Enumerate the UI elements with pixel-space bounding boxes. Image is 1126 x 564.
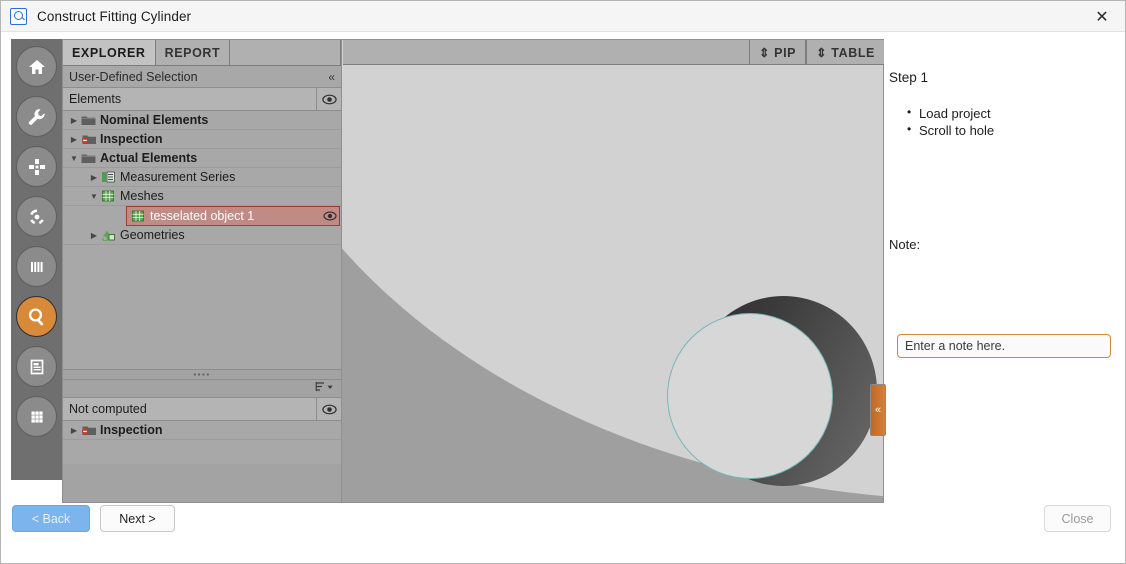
wizard-panel: Step 1 Load project Scroll to hole Note: bbox=[889, 70, 1121, 370]
tree-label: tesselated object 1 bbox=[150, 209, 254, 223]
folder-icon bbox=[81, 114, 96, 127]
note-label: Note: bbox=[889, 237, 920, 252]
panel-collapse-handle[interactable]: « bbox=[870, 384, 886, 436]
instruction-item: Load project bbox=[907, 105, 1121, 122]
mesh-icon bbox=[131, 210, 146, 223]
tree-row[interactable]: ▶ Inspection bbox=[63, 421, 341, 440]
rail-button-home[interactable] bbox=[16, 46, 57, 87]
not-computed-header: Not computed bbox=[63, 398, 341, 421]
user-defined-selection-bar: User-Defined Selection « bbox=[63, 66, 341, 88]
wrench-icon bbox=[26, 106, 48, 128]
tab-pip[interactable]: ⇕ PIP bbox=[749, 40, 806, 64]
tab-table[interactable]: ⇕ TABLE bbox=[806, 40, 884, 64]
home-icon bbox=[26, 56, 48, 78]
not-computed-label: Not computed bbox=[69, 402, 147, 416]
tree-label: Inspection bbox=[100, 423, 163, 437]
eye-icon bbox=[323, 211, 337, 221]
step-title: Step 1 bbox=[889, 70, 1121, 85]
tree-row[interactable]: ▶ Inspection bbox=[63, 130, 341, 149]
tree-empty-area bbox=[63, 245, 341, 369]
tab-report[interactable]: REPORT bbox=[156, 40, 231, 65]
dialog-window: Construct Fitting Cylinder ✕ bbox=[0, 0, 1126, 564]
rail-button-table[interactable] bbox=[16, 396, 57, 437]
chevron-right-icon[interactable]: ▶ bbox=[87, 173, 101, 182]
cylindrical-hole bbox=[524, 281, 884, 503]
rail-button-report[interactable] bbox=[16, 346, 57, 387]
rail-button-tools[interactable] bbox=[16, 96, 57, 137]
magnifier-icon bbox=[10, 8, 27, 25]
folder-icon bbox=[81, 152, 96, 165]
rotate-icon bbox=[26, 206, 48, 228]
tree-row[interactable]: ▶ Measurement Series bbox=[63, 168, 341, 187]
user-defined-selection-label: User-Defined Selection bbox=[69, 70, 198, 84]
tree-label: Actual Elements bbox=[100, 151, 197, 165]
rail-button-inspection-search[interactable] bbox=[16, 296, 57, 337]
tree-row[interactable]: ▼ Meshes bbox=[63, 187, 341, 206]
back-button[interactable]: < Back bbox=[12, 505, 90, 532]
series-icon bbox=[101, 171, 116, 184]
not-computed-visibility-toggle[interactable] bbox=[316, 398, 341, 420]
filter-bar bbox=[63, 380, 341, 398]
explorer-tabbar: EXPLORER REPORT bbox=[63, 40, 341, 66]
chevron-right-icon[interactable]: ▶ bbox=[67, 116, 81, 125]
tree-row-selected[interactable]: tesselated object 1 bbox=[126, 206, 340, 226]
crosshair-icon bbox=[26, 156, 48, 178]
instruction-item: Scroll to hole bbox=[907, 122, 1121, 139]
hole-front-face bbox=[668, 314, 832, 478]
note-input[interactable] bbox=[897, 334, 1111, 358]
dialog-body: EXPLORER REPORT User-Defined Selection «… bbox=[1, 32, 1125, 563]
explorer-panel: EXPLORER REPORT User-Defined Selection «… bbox=[62, 39, 342, 503]
rail-button-orientation[interactable] bbox=[16, 196, 57, 237]
window-title: Construct Fitting Cylinder bbox=[37, 9, 191, 24]
tree-row[interactable]: ▶ Geometries bbox=[63, 226, 341, 245]
3d-viewport[interactable] bbox=[342, 39, 884, 503]
mesh-icon bbox=[101, 190, 116, 203]
eye-icon bbox=[322, 94, 337, 105]
geometry-icon bbox=[101, 229, 116, 242]
grid-icon bbox=[26, 406, 48, 428]
collapse-chevron-icon[interactable]: « bbox=[328, 70, 335, 84]
icon-rail bbox=[11, 39, 62, 480]
tree-label: Meshes bbox=[120, 189, 164, 203]
close-button[interactable]: Close bbox=[1044, 505, 1111, 532]
viewport-tab-bar: ⇕ PIP ⇕ TABLE bbox=[343, 40, 884, 65]
title-bar: Construct Fitting Cylinder ✕ bbox=[1, 1, 1125, 32]
tree-row[interactable]: ▼ Actual Elements bbox=[63, 149, 341, 168]
folder-blocked-icon bbox=[81, 133, 96, 146]
eye-icon bbox=[322, 404, 337, 415]
elements-tree: ▶ Nominal Elements ▶ Inspection ▼ bbox=[63, 111, 341, 369]
elements-header-label: Elements bbox=[69, 92, 121, 106]
tree-label: Measurement Series bbox=[120, 170, 235, 184]
element-visibility-toggle[interactable] bbox=[321, 211, 339, 221]
chevron-right-icon[interactable]: ▶ bbox=[67, 426, 81, 435]
not-computed-tree: ▶ Inspection bbox=[63, 421, 341, 464]
step-instructions: Load project Scroll to hole bbox=[907, 105, 1121, 139]
chevron-right-icon[interactable]: ▶ bbox=[87, 231, 101, 240]
chevron-right-icon[interactable]: ▶ bbox=[67, 135, 81, 144]
close-icon[interactable]: ✕ bbox=[1079, 1, 1125, 31]
next-button[interactable]: Next > bbox=[100, 505, 175, 532]
tree-label: Geometries bbox=[120, 228, 185, 242]
panel-splitter[interactable]: ▪▪▪▪ bbox=[63, 369, 341, 380]
tree-row[interactable]: ▶ Nominal Elements bbox=[63, 111, 341, 130]
rail-button-measurement[interactable] bbox=[16, 246, 57, 287]
chevron-down-icon[interactable]: ▼ bbox=[87, 192, 101, 201]
tree-label: Nominal Elements bbox=[100, 113, 208, 127]
folder-blocked-icon bbox=[81, 424, 96, 437]
elements-header: Elements bbox=[63, 88, 341, 111]
document-icon bbox=[26, 356, 48, 378]
tab-explorer[interactable]: EXPLORER bbox=[63, 40, 156, 65]
magnifier-icon bbox=[25, 305, 49, 329]
elements-visibility-toggle[interactable] bbox=[316, 88, 341, 110]
chevron-down-icon[interactable]: ▼ bbox=[67, 154, 81, 163]
filter-list-icon[interactable] bbox=[315, 381, 334, 396]
not-computed-empty-area bbox=[63, 440, 341, 464]
bars-icon bbox=[26, 256, 48, 278]
rail-button-alignment[interactable] bbox=[16, 146, 57, 187]
tree-label: Inspection bbox=[100, 132, 163, 146]
tabbar-filler bbox=[230, 40, 341, 65]
